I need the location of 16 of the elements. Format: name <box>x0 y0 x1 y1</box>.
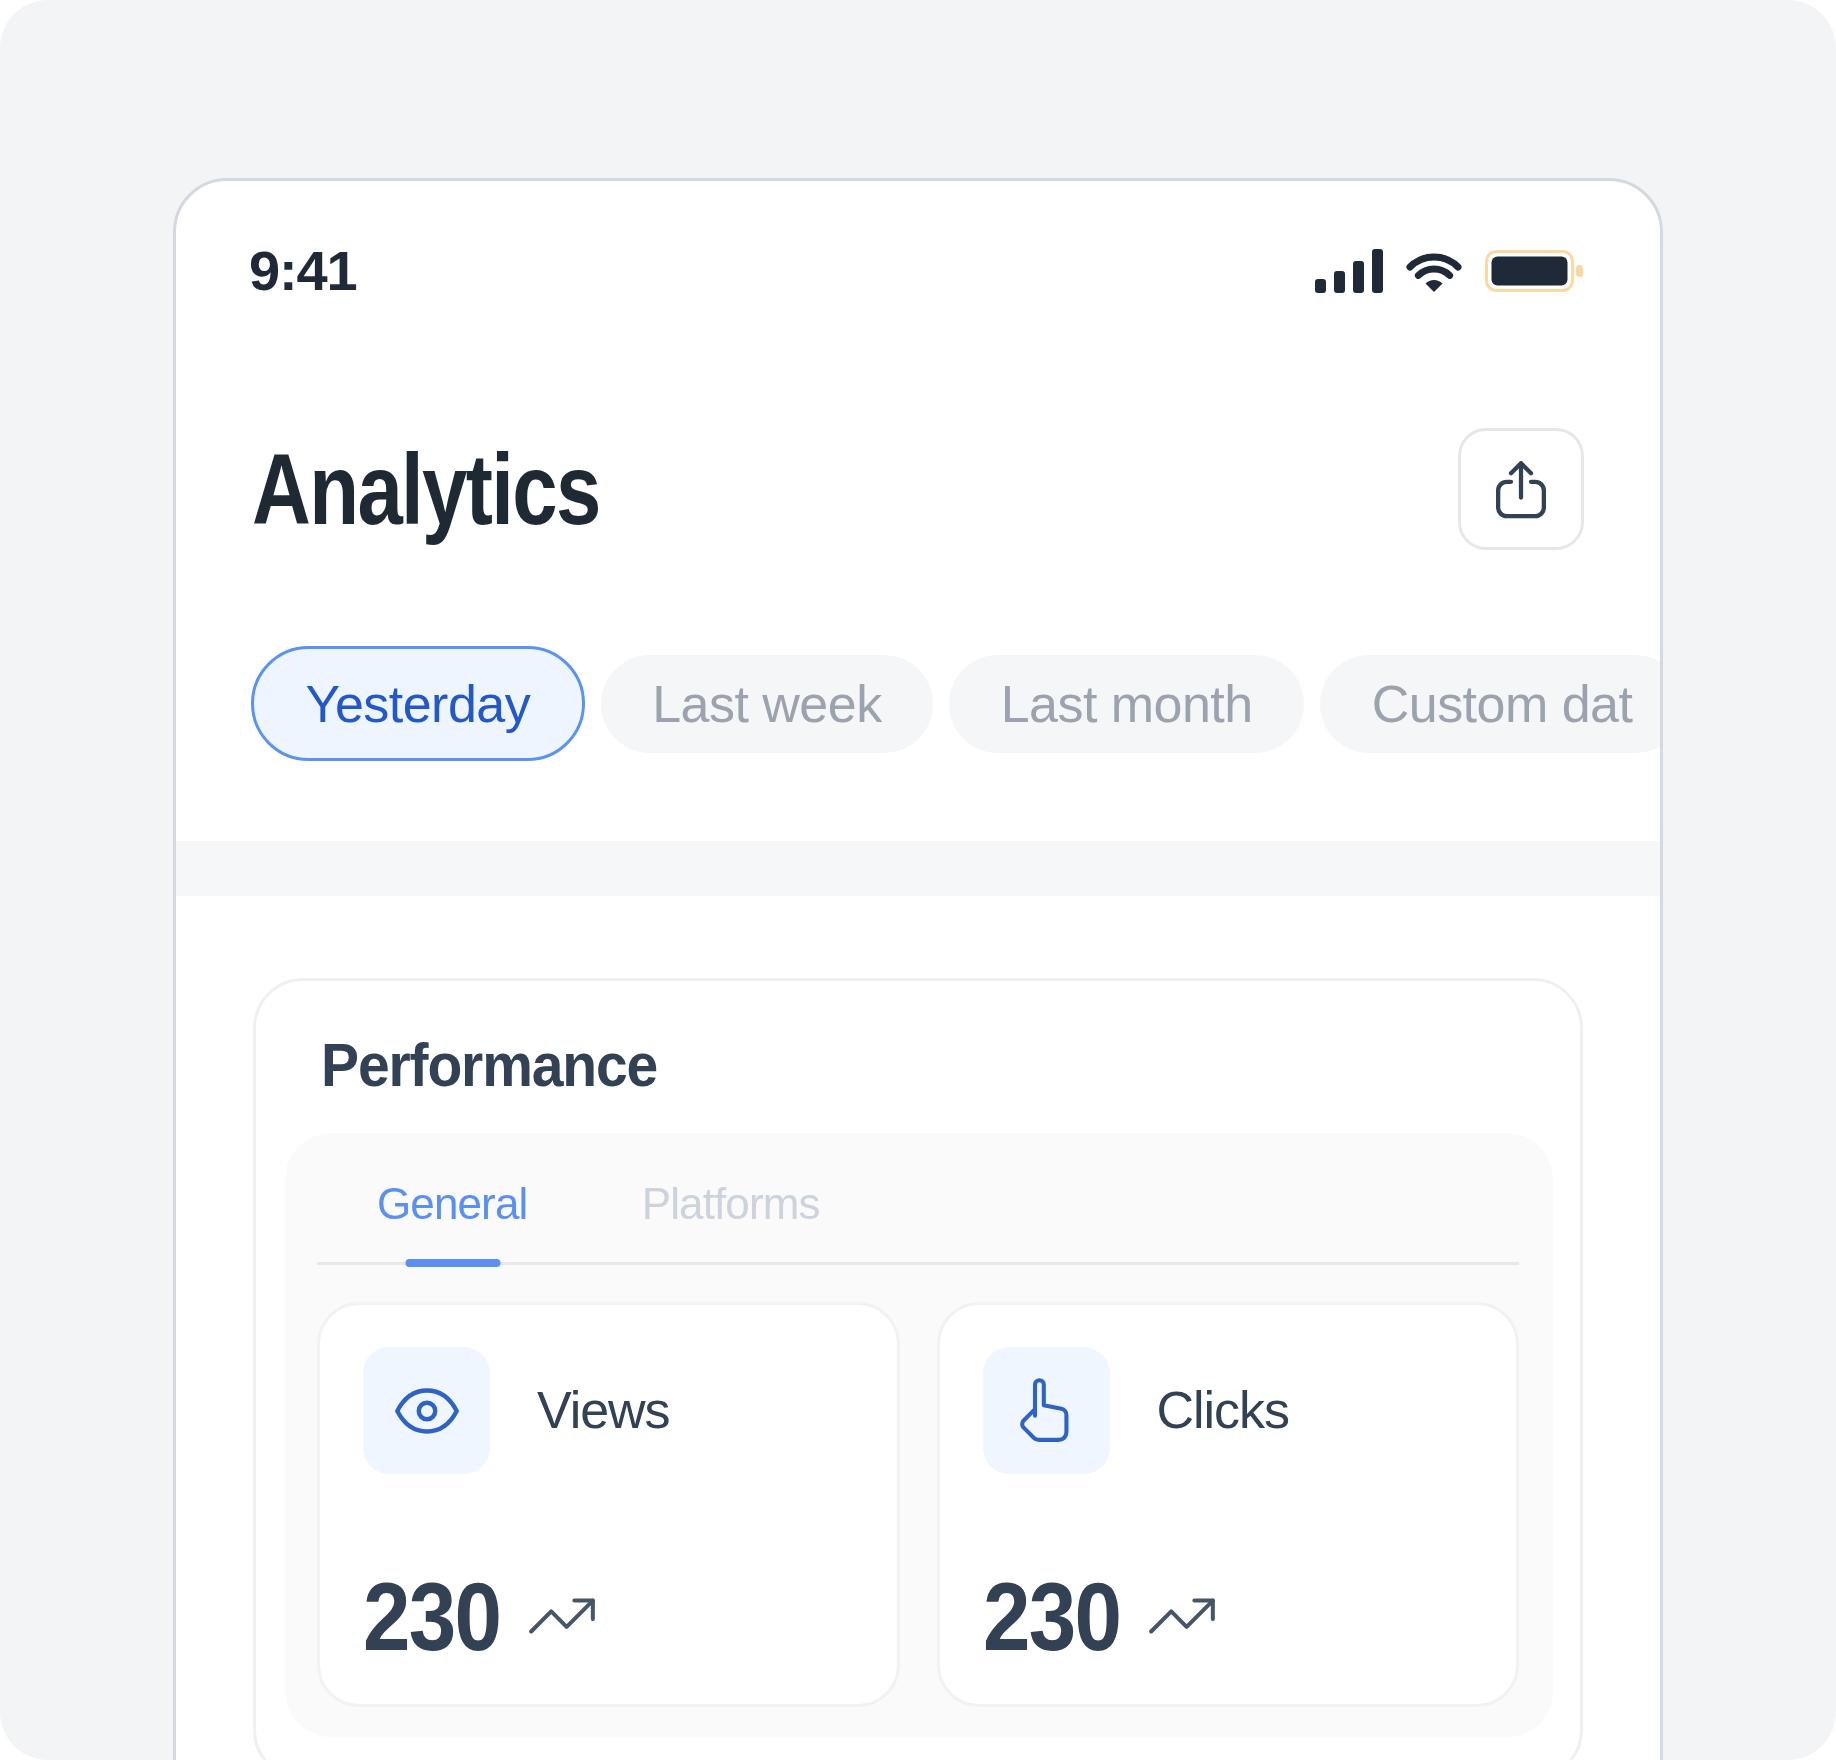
status-time: 9:41 <box>249 243 358 299</box>
date-filter-chip[interactable]: Custom dat <box>1320 654 1660 753</box>
date-filter-chip[interactable]: Yesterday <box>251 646 585 761</box>
metric-label: Views <box>537 1381 671 1440</box>
metric-label: Clicks <box>1156 1381 1290 1440</box>
date-filter-chip[interactable]: Last week <box>600 654 934 753</box>
metric-value: 230 <box>982 1568 1120 1665</box>
date-filter-chip[interactable]: Last month <box>949 654 1305 753</box>
pointing-hand-icon <box>982 1347 1110 1474</box>
metric-value: 230 <box>363 1568 501 1665</box>
battery-icon <box>1485 250 1583 292</box>
signal-icon <box>1315 249 1383 293</box>
share-button[interactable] <box>1458 428 1584 550</box>
tab[interactable]: General <box>377 1182 529 1267</box>
section-title: Performance <box>321 1034 658 1096</box>
eye-icon <box>363 1347 490 1474</box>
